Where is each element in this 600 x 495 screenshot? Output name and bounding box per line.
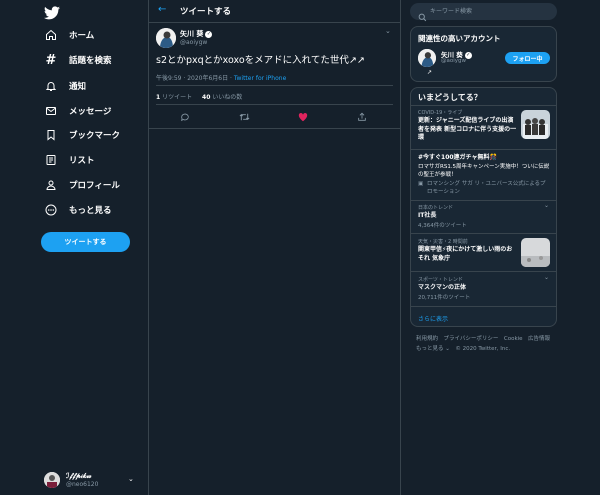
related-account-handle: @aoiygw (441, 58, 467, 64)
trends-title: いまどうしてる？ (418, 93, 482, 102)
trend-description: ロマサガRS1.5周年キャンペーン実施中！ついに伝説の聖王が参戦！ (418, 164, 550, 178)
retweet-label: リツイート (160, 94, 193, 101)
tweet-author-handle[interactable]: @aoiygw (180, 39, 207, 46)
nav-label-home: ホーム (69, 31, 95, 41)
nav-label-lists: リスト (69, 156, 95, 166)
trend-title: 更新：ジャニーズ配信ライブの出演者を発表 新型コロナに伴う支援の一環 (418, 117, 517, 141)
avatar[interactable] (418, 49, 436, 67)
promoted-icon: ▣ (418, 181, 424, 187)
search-input[interactable] (430, 6, 550, 17)
tweet-author-name[interactable]: 矢川 葵 ✓ (180, 29, 213, 39)
more-circle-icon (44, 203, 58, 217)
trend-tweet-count: 4,364件のツイート (418, 223, 467, 229)
account-name: ℐ𝒻𝒻𝓅𝒾𝓀𝓌 (66, 471, 92, 480)
retweet-icon[interactable] (237, 110, 251, 124)
tweet-actions (149, 110, 400, 124)
retweet-stat[interactable]: 1 リツイート (156, 94, 192, 101)
tweet-author-avatar[interactable] (156, 28, 176, 48)
chevron-down-icon[interactable]: ⌄ (385, 27, 391, 35)
trend-meta: 天気・災害・2 時間前 (418, 239, 468, 245)
nav-explore[interactable]: # 話題を検索 (44, 49, 112, 71)
share-icon[interactable] (355, 110, 369, 124)
nav-label-notifications: 通知 (69, 82, 87, 92)
nav-label-messages: メッセージ (69, 107, 112, 117)
author-name-text: 矢川 葵 (180, 30, 204, 38)
home-icon (44, 28, 58, 42)
like-label: いいねの数 (210, 94, 243, 101)
footer-links[interactable]: 利用規約 プライバシーポリシー Cookie 広告情報 (416, 334, 550, 342)
divider (149, 128, 400, 129)
tweet-stats: 1 リツイート 40 いいねの数 (156, 92, 242, 101)
right-sidebar: 関連性の高いアカウント 矢川 葵✓ @aoiygw ↗ フォロー中 いまどうして… (410, 0, 557, 495)
column-header: ← ツイートする (149, 0, 400, 23)
account-switcher[interactable]: ℐ𝒻𝒻𝓅𝒾𝓀𝓌 @neo6120 ⌄ (44, 468, 140, 492)
nav-notifications[interactable]: 通知 (44, 75, 86, 97)
divider (411, 200, 556, 201)
show-more-link[interactable]: さらに表示 (418, 314, 448, 323)
trend-meta: 日本のトレンド (418, 205, 454, 211)
trend-meta: COVID-19・ライブ (418, 110, 463, 116)
divider (411, 233, 556, 234)
nav-lists[interactable]: リスト (44, 149, 95, 171)
reply-icon[interactable] (178, 110, 192, 124)
divider (156, 85, 393, 86)
tweet-metadata: 午後9:59 · 2020年6月6日 · Twitter for iPhone (156, 73, 286, 82)
chevron-down-icon[interactable]: ⌄ (544, 202, 549, 209)
tweet-text: s2とかpxqとかxoxoをメアドに入れてた世代↗↗ (156, 55, 365, 66)
nav-label-profile: プロフィール (69, 181, 120, 191)
related-accounts-card: 関連性の高いアカウント 矢川 葵 ✓ @aoiygw ↗ フォロー中 (410, 26, 557, 82)
trend-meta: スポーツ・トレンド (418, 277, 463, 283)
account-handle: @neo6120 (66, 481, 99, 488)
trend-title: #今すぐ100連ガチャ無料🎊 (418, 154, 497, 161)
related-account-bio: ↗ (427, 69, 433, 76)
nav-bookmarks[interactable]: ブックマーク (44, 124, 120, 146)
liked-heart-icon[interactable] (296, 110, 310, 124)
trend-tweet-count: 20,711件のツイート (418, 295, 471, 301)
list-icon (44, 153, 58, 167)
person-icon (44, 178, 58, 192)
trend-thumbnail (521, 238, 550, 267)
trend-title: マスクマンの正体 (418, 284, 467, 291)
compose-tweet-button[interactable]: ツイートする (41, 232, 130, 252)
twitter-bird-icon[interactable] (44, 5, 60, 20)
promoted-by-text: ロマンシング サガ リ・ユニバース公式によるプロモーション (427, 181, 546, 195)
footer-copyright[interactable]: もっと見る ⌄ © 2020 Twitter, Inc. (416, 344, 510, 352)
divider (156, 104, 393, 105)
envelope-icon (44, 104, 58, 118)
nav-label-more: もっと見る (69, 206, 112, 216)
back-arrow-icon[interactable]: ← (158, 4, 166, 15)
divider (411, 149, 556, 150)
chevron-down-icon[interactable]: ⌄ (544, 274, 549, 281)
verified-badge-icon: ✓ (205, 30, 213, 38)
nav-label-explore: 話題を検索 (69, 56, 112, 66)
avatar (44, 472, 60, 488)
tweet-source-link[interactable]: Twitter for iPhone (234, 75, 286, 82)
nav-home[interactable]: ホーム (44, 24, 94, 46)
divider (411, 105, 556, 106)
like-stat[interactable]: 40 いいねの数 (202, 94, 242, 101)
nav-profile[interactable]: プロフィール (44, 174, 120, 196)
nav-messages[interactable]: メッセージ (44, 100, 111, 122)
hashtag-icon: # (45, 52, 57, 68)
page-title: ツイートする (180, 7, 232, 17)
search-icon (418, 7, 427, 22)
bell-icon (44, 79, 58, 93)
trend-title: IT社長 (418, 212, 437, 219)
tweet-detail-column: ← ツイートする 矢川 葵 ✓ @aoiygw ⌄ s2とかpxqとかxoxoをメ… (148, 0, 401, 495)
tweet-timestamp[interactable]: 午後9:59 · 2020年6月6日 · (156, 75, 234, 82)
following-button[interactable]: フォロー中 (505, 52, 550, 64)
search-bar[interactable] (410, 3, 557, 22)
related-accounts-title: 関連性の高いアカウント (418, 34, 501, 43)
divider (411, 271, 556, 272)
nav-label-bookmarks: ブックマーク (69, 131, 121, 141)
divider (411, 306, 556, 307)
left-navigation: ホーム # 話題を検索 通知 メッセージ ブックマーク リスト プロフィール も… (0, 0, 148, 495)
bookmark-icon (44, 128, 58, 142)
trends-card: いまどうしてる？ COVID-19・ライブ 更新：ジャニーズ配信ライブの出演者を… (410, 87, 557, 327)
chevron-down-icon: ⌄ (128, 475, 134, 483)
trend-thumbnail (521, 110, 550, 139)
nav-more[interactable]: もっと見る (44, 199, 112, 221)
trend-title: 関東甲信⚡夜にかけて激しい雨のおそれ 気象庁 (418, 246, 513, 262)
